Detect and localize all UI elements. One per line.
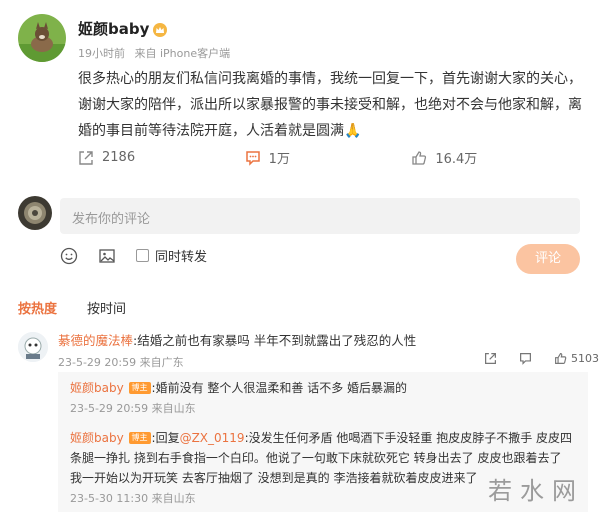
image-icon[interactable] [98,247,116,265]
submit-comment-button[interactable]: 评论 [516,244,580,274]
comment-input[interactable]: 发布你的评论 [60,198,580,234]
comment-icon [520,353,531,365]
tab-sort-time[interactable]: 按时间 [87,298,126,317]
repost-button[interactable]: 2186 [78,148,245,167]
commenter-name[interactable]: 綦德的魔法棒 [58,333,133,348]
thumbs-up-icon [412,150,427,165]
like-button[interactable]: 16.4万 [411,148,578,167]
comment-like-count: 5103 [571,352,599,365]
post-action-bar: 2186 1万 16.4万 [78,148,578,167]
comment-sort-tabs: 按热度 按时间 [18,298,156,317]
like-count: 16.4万 [435,152,478,167]
post-text: 很多热心的朋友们私信问我离婚的事情，我统一回复一下，首先谢谢大家的关心，谢谢大家… [78,71,582,139]
repost-checkbox[interactable] [136,249,149,262]
reply-meta: 23-5-29 20:59 来自山东 [70,402,196,415]
reply-prefix: :回复 [151,431,180,445]
post-source: 来自 iPhone客户端 [134,47,231,60]
comment-button[interactable]: 1万 [245,148,412,167]
comment-reply-button[interactable] [519,352,532,365]
reply-user-name[interactable]: 姬颜baby [70,431,124,445]
composer-tools: 同时转发 [60,246,207,265]
post-header: 姬颜baby 19小时前 来自 iPhone客户端 [18,14,236,62]
reply-user-name[interactable]: 姬颜baby [70,381,124,395]
repost-count: 2186 [102,150,136,165]
reply-text: :婚前没有 整个人很温柔和善 话不多 婚后暴漏的 [151,381,408,395]
comment-count: 1万 [268,152,290,167]
mention-link[interactable]: @ZX_0119 [180,431,245,445]
emoji-icon[interactable] [60,247,78,265]
author-avatar[interactable] [18,14,66,62]
post-time: 19小时前 [78,47,125,60]
comment-share-button[interactable] [484,352,497,365]
repost-checkbox-label: 同时转发 [155,250,208,265]
author-badge: 博主 [128,432,151,444]
comment-text: 綦德的魔法棒:结婚之前也有家暴吗 半年不到就露出了残忍的人性 [58,330,416,349]
share-icon [79,150,93,165]
thumbs-up-icon [555,353,567,364]
watermark: 若水网 [488,477,584,505]
author-name[interactable]: 姬颜baby [78,18,149,39]
comment-meta: 23-5-29 20:59 来自广东 [58,356,184,369]
reply-item: 姬颜baby 博主:婚前没有 整个人很温柔和善 话不多 婚后暴漏的 [70,378,576,398]
comment-actions: 5103 [484,352,599,365]
current-user-avatar [18,196,52,230]
share-icon [485,353,496,364]
comment-body: :结婚之前也有家暴吗 半年不到就露出了残忍的人性 [133,333,417,348]
post-meta: 19小时前 来自 iPhone客户端 [78,45,236,61]
author-badge: 博主 [128,382,151,394]
comment-like-button[interactable]: 5103 [554,352,599,365]
commenter-avatar[interactable] [18,332,48,362]
comment-icon [245,150,260,166]
crown-icon [153,22,168,37]
tab-sort-hot[interactable]: 按热度 [18,298,57,317]
